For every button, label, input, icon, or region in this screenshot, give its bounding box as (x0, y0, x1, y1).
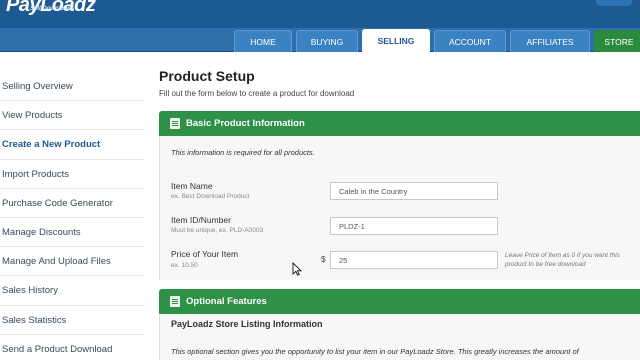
price-hint: ex. 10.50 (171, 262, 198, 269)
free-download-note-line2: product to be free download (505, 261, 586, 268)
sidebar-item-manage-files[interactable]: Manage And Upload Files (0, 247, 145, 277)
item-name-input[interactable] (330, 182, 498, 200)
sidebar-item-import-products[interactable]: Import Products (0, 160, 145, 189)
item-id-label: Item ID/Number (171, 215, 231, 225)
site-header: PayLoadz Sell Downloads (0, 0, 640, 28)
basic-info-note: This information is required for all pro… (171, 148, 315, 157)
basic-info-panel-header: Basic Product Information (159, 111, 640, 136)
sidebar-item-view-products[interactable]: View Products (0, 101, 145, 131)
nav-tab-affiliates[interactable]: AFFILIATES (510, 30, 590, 52)
free-download-note: Leave Price of Item as 0 if you want thi… (505, 251, 640, 269)
nav-tab-home[interactable]: HOME (234, 30, 292, 52)
price-label: Price of Your Item (171, 249, 239, 259)
sidebar-item-selling-overview[interactable]: Selling Overview (0, 72, 145, 102)
page-subtitle: Fill out the form below to create a prod… (159, 89, 355, 98)
document-icon (170, 118, 180, 129)
sidebar-item-send-download[interactable]: Send a Product Download (0, 335, 145, 360)
currency-symbol: $ (321, 255, 326, 264)
item-id-hint: Must be unique, ex. PLD-A0003 (171, 227, 264, 234)
main-nav: HOME BUYING SELLING ACCOUNT AFFILIATES S… (0, 28, 640, 53)
store-listing-note: This optional section gives you the oppo… (171, 347, 579, 356)
sidebar-item-purchase-code-generator[interactable]: Purchase Code Generator (0, 189, 145, 218)
main-content: Product Setup Fill out the form below to… (159, 68, 640, 98)
mouse-cursor-icon (292, 262, 302, 276)
page: PayLoadz Sell Downloads HOME BUYING SELL… (0, 0, 640, 360)
optional-features-panel-header: Optional Features (159, 289, 640, 314)
item-name-hint: ex. Best Download Product (171, 193, 250, 200)
basic-info-heading: Basic Product Information (186, 118, 305, 129)
nav-tab-selling[interactable]: SELLING (362, 29, 430, 53)
optional-features-heading: Optional Features (186, 296, 267, 307)
sidebar-item-sales-statistics[interactable]: Sales Statistics (0, 306, 145, 335)
price-input[interactable] (330, 251, 498, 269)
logo-tagline: Sell Downloads (30, 6, 75, 12)
nav-tab-account[interactable]: ACCOUNT (434, 30, 506, 52)
document-icon (170, 296, 180, 307)
store-listing-title: PayLoadz Store Listing Information (171, 319, 323, 329)
sidebar-item-sales-history[interactable]: Sales History (0, 276, 145, 306)
header-account-button[interactable] (596, 0, 632, 6)
sidebar-item-create-product[interactable]: Create a New Product (0, 130, 145, 160)
sidebar-item-manage-discounts[interactable]: Manage Discounts (0, 218, 145, 248)
nav-tab-buying[interactable]: BUYING (296, 30, 358, 52)
free-download-note-line1: Leave Price of Item as 0 if you want thi… (505, 252, 620, 259)
selling-sidebar: Selling Overview View Products Create a … (0, 72, 145, 360)
nav-tab-store[interactable]: STORE (594, 30, 640, 52)
page-title: Product Setup (159, 68, 255, 84)
item-name-label: Item Name (171, 181, 213, 191)
item-id-input[interactable] (330, 217, 498, 235)
